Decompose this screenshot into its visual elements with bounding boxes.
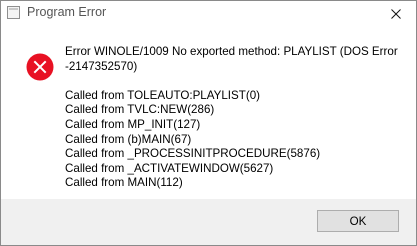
call-stack-line: Called from (b)MAIN(67) xyxy=(65,132,192,146)
title-bar[interactable]: Program Error xyxy=(1,1,416,27)
call-stack-line: Called from TOLEAUTO:PLAYLIST(0) xyxy=(65,88,261,102)
call-stack-line: Called from MAIN(112) xyxy=(65,176,183,190)
button-bar: OK xyxy=(1,199,416,245)
call-stack-line: Called from TVLC:NEW(286) xyxy=(65,103,215,117)
call-stack-line: Called from _ACTIVATEWINDOW(5627) xyxy=(65,161,274,175)
ok-button[interactable]: OK xyxy=(317,210,399,232)
dialog-body: Error WINOLE/1009 No exported method: PL… xyxy=(1,27,416,199)
close-icon xyxy=(391,9,401,19)
close-button[interactable] xyxy=(376,1,416,27)
call-stack-line: Called from _PROCESSINITPROCEDURE(5876) xyxy=(65,147,321,161)
call-stack-line: Called from MP_INIT(127) xyxy=(65,117,201,131)
app-window-icon xyxy=(7,6,20,19)
error-line-1: Error WINOLE/1009 No exported method: PL… xyxy=(65,45,398,58)
program-error-dialog: Program Error Error WINOLE/1009 No expor… xyxy=(0,0,417,246)
error-line-2: -2147352570) xyxy=(65,59,138,73)
error-message: Error WINOLE/1009 No exported method: PL… xyxy=(65,45,410,191)
window-title: Program Error xyxy=(27,5,107,19)
error-circle-x-icon xyxy=(26,53,54,81)
